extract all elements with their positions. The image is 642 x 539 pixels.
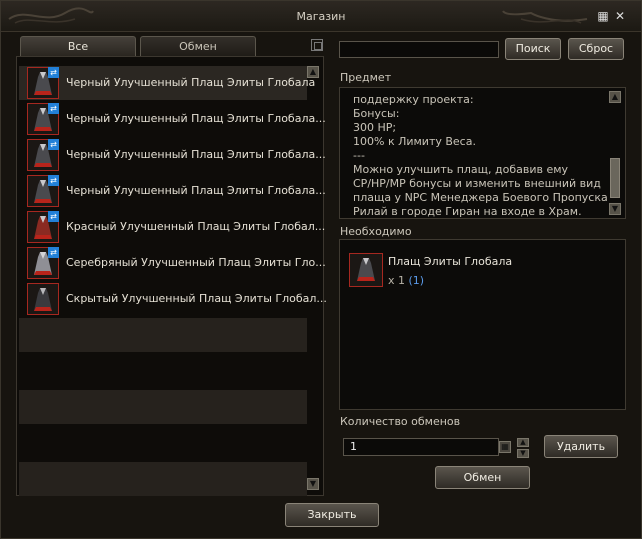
item-name: Скрытый Улучшенный Плащ Элиты Глобал... xyxy=(66,292,327,305)
list-item[interactable]: Скрытый Улучшенный Плащ Элиты Глобал... xyxy=(19,282,327,316)
item-name: Черный Улучшенный Плащ Элиты Глобала xyxy=(66,76,316,89)
item-section-label: Предмет xyxy=(340,71,392,84)
search-input[interactable] xyxy=(339,41,499,58)
scroll-down-button[interactable]: ▼ xyxy=(307,478,319,490)
list-item[interactable]: ⇄ Серебряный Улучшенный Плащ Элиты Гло..… xyxy=(19,246,326,280)
item-description: поддержку проекта: Бонусы: 300 HP; 100% … xyxy=(353,93,608,218)
desc-scroll-up-button[interactable]: ▲ xyxy=(609,91,621,103)
list-item[interactable]: ⇄ Красный Улучшенный Плащ Элиты Глобал..… xyxy=(19,210,325,244)
exchange-badge-icon: ⇄ xyxy=(48,103,59,114)
desc-scroll-down-button[interactable]: ▼ xyxy=(609,203,621,215)
empty-slot xyxy=(19,318,307,352)
shop-window: Магазин ▦ ✕ Все Обмен ⇄ Черный Улучшенны… xyxy=(0,0,642,539)
item-name: Красный Улучшенный Плащ Элиты Глобал... xyxy=(66,220,326,233)
exchange-badge-icon: ⇄ xyxy=(48,211,59,222)
delete-button[interactable]: Удалить xyxy=(544,435,618,458)
search-button[interactable]: Поиск xyxy=(505,38,561,60)
list-item[interactable]: ⇄ Черный Улучшенный Плащ Элиты Глобала..… xyxy=(19,138,326,172)
view-toggle-icon[interactable] xyxy=(311,39,323,51)
item-name: Черный Улучшенный Плащ Элиты Глобала... xyxy=(66,112,326,125)
owned-qty: (1) xyxy=(408,274,425,287)
exchange-count-label: Количество обменов xyxy=(340,415,461,428)
close-button[interactable]: Закрыть xyxy=(285,503,379,527)
empty-slot xyxy=(19,390,307,424)
exchange-badge-icon: ⇄ xyxy=(48,175,59,186)
title-bar[interactable]: Магазин ▦ ✕ xyxy=(1,1,641,32)
exchange-badge-icon: ⇄ xyxy=(48,139,59,150)
decrement-button[interactable]: ▼ xyxy=(517,449,529,458)
cloak-icon: ⇄ xyxy=(27,139,59,171)
list-item[interactable]: ⇄ Черный Улучшенный Плащ Элиты Глобала..… xyxy=(19,174,326,208)
required-section-label: Необходимо xyxy=(340,225,412,238)
exchange-badge-icon: ⇄ xyxy=(48,247,59,258)
required-items-box: Плащ Элиты Глобала x 1 (1) xyxy=(339,239,626,410)
list-item[interactable]: ⇄ Черный Улучшенный Плащ Элиты Глобала..… xyxy=(19,102,326,136)
item-name: Черный Улучшенный Плащ Элиты Глобала... xyxy=(66,148,326,161)
exchange-button[interactable]: Обмен xyxy=(435,466,530,489)
item-name: Черный Улучшенный Плащ Элиты Глобала... xyxy=(66,184,326,197)
elite-cloak-icon xyxy=(349,253,383,287)
tab-exchange[interactable]: Обмен xyxy=(140,36,256,56)
window-title: Магазин xyxy=(296,10,346,23)
increment-button[interactable]: ▲ xyxy=(517,438,529,447)
exchange-count-input[interactable]: 1 xyxy=(343,438,499,456)
required-qty: x 1 xyxy=(388,274,406,287)
tab-all[interactable]: Все xyxy=(20,36,136,56)
close-icon[interactable]: ✕ xyxy=(614,10,626,22)
empty-slot xyxy=(19,462,307,496)
cloak-icon: ⇄ xyxy=(27,175,59,207)
calculator-icon[interactable]: ▦ xyxy=(499,441,511,453)
cloak-icon: ⇄ xyxy=(27,247,59,279)
desc-scrollbar-thumb[interactable] xyxy=(610,158,620,198)
cloak-icon: ⇄ xyxy=(27,103,59,135)
window-options-icon[interactable]: ▦ xyxy=(597,10,609,22)
item-name: Серебряный Улучшенный Плащ Элиты Гло... xyxy=(66,256,326,269)
cloak-icon: ⇄ xyxy=(27,211,59,243)
cloak-icon: ⇄ xyxy=(27,67,59,99)
scroll-up-button[interactable]: ▲ xyxy=(307,66,319,78)
list-item[interactable]: ⇄ Черный Улучшенный Плащ Элиты Глобала xyxy=(19,66,315,100)
cloak-icon xyxy=(27,283,59,315)
required-item-name: Плащ Элиты Глобала xyxy=(388,255,513,268)
item-description-box: поддержку проекта: Бонусы: 300 HP; 100% … xyxy=(339,87,626,219)
exchange-badge-icon: ⇄ xyxy=(48,67,59,78)
item-list: ⇄ Черный Улучшенный Плащ Элиты Глобала ⇄… xyxy=(16,56,327,496)
reset-button[interactable]: Сброс xyxy=(568,38,624,60)
